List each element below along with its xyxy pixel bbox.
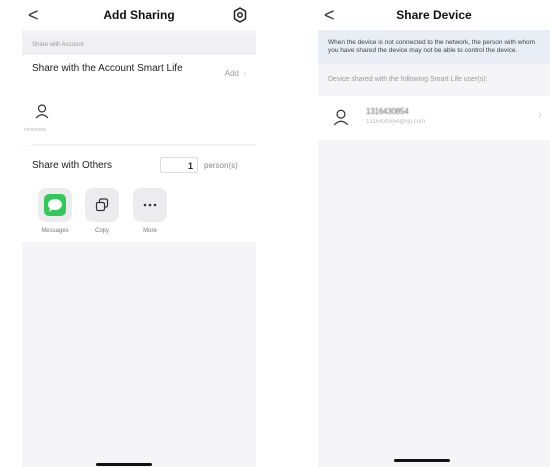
- share-device-screen: < Share Device When the device is not co…: [318, 0, 550, 467]
- notice-text: When the device is not connected to the …: [328, 39, 536, 54]
- home-indicator: [96, 463, 152, 466]
- home-indicator: [394, 459, 450, 462]
- more-icon: [143, 203, 157, 207]
- shared-user-row[interactable]: 1316430854 1316430854@qq.com ›: [318, 96, 550, 140]
- person-unit-label: person(s): [204, 161, 238, 170]
- add-label: Add: [224, 69, 239, 78]
- share-messages-button[interactable]: Messages: [37, 188, 73, 234]
- shared-user-id: 1316430854: [366, 107, 409, 116]
- share-option-label: More: [143, 228, 157, 234]
- share-others-label: Share with Others: [32, 160, 113, 171]
- share-more-button[interactable]: More: [132, 188, 168, 234]
- page-title: Share Device: [396, 8, 472, 22]
- person-count-input[interactable]: 1: [160, 157, 198, 173]
- add-button[interactable]: Add ›: [225, 69, 246, 78]
- user-icon: [35, 104, 49, 119]
- share-copy-button[interactable]: Copy: [84, 188, 120, 234]
- copy-tile: [85, 188, 119, 222]
- back-button[interactable]: <: [324, 5, 335, 25]
- user-icon: [333, 109, 349, 126]
- share-account-block: Share with the Account Smart Life Add › …: [22, 55, 256, 145]
- nav-bar: < Share Device: [318, 0, 550, 30]
- info-banner: When the device is not connected to the …: [318, 30, 550, 64]
- page-title: Add Sharing: [103, 8, 175, 22]
- nav-bar: < Add Sharing: [22, 0, 256, 30]
- divider: [32, 144, 256, 145]
- copy-icon: [95, 198, 109, 212]
- messages-icon: [44, 194, 66, 216]
- settings-icon[interactable]: [232, 7, 248, 23]
- share-account-title[interactable]: Share with the Account Smart Life: [32, 63, 192, 75]
- add-sharing-screen: < Add Sharing Share with Account Share w…: [22, 0, 256, 467]
- chevron-right-icon: ›: [241, 69, 246, 78]
- messages-tile: [38, 188, 72, 222]
- chevron-right-icon: ›: [538, 109, 542, 121]
- shared-users-label: Device shared with the following Smart L…: [328, 76, 488, 83]
- shared-user-email: 1316430854@qq.com: [366, 119, 426, 125]
- user-name: nimezoea: [24, 127, 46, 133]
- back-button[interactable]: <: [28, 5, 39, 25]
- more-tile: [133, 188, 167, 222]
- share-option-label: Messages: [41, 228, 69, 234]
- share-others-block: Share with Others 1 person(s) Messages C…: [22, 146, 256, 242]
- section-label: Share with Account: [22, 35, 256, 55]
- share-option-label: Copy: [94, 228, 109, 234]
